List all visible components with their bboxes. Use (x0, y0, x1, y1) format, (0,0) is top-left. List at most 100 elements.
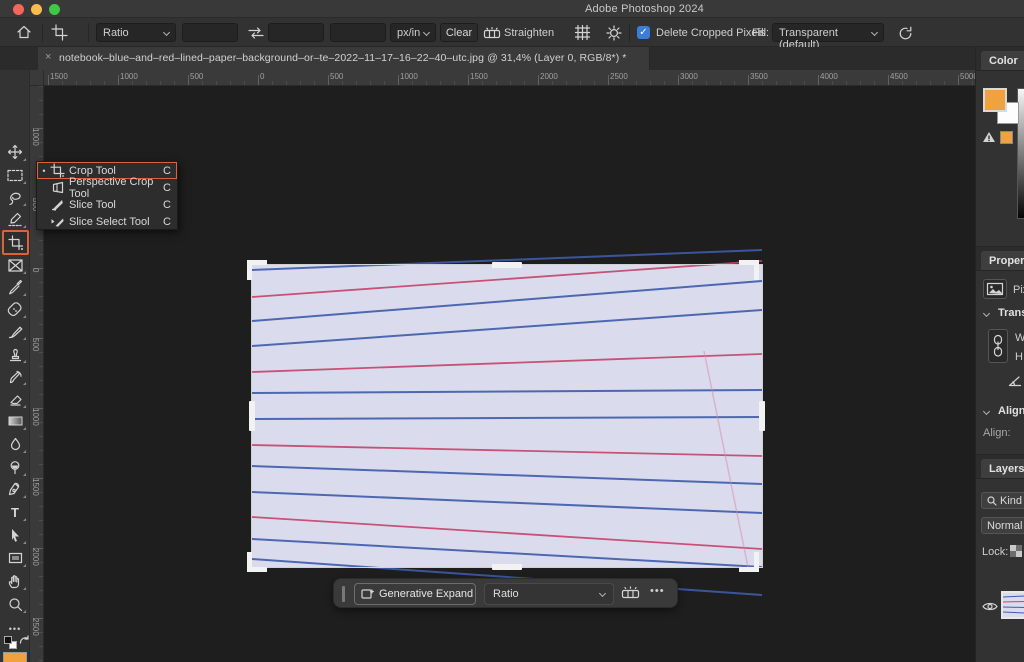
swap-colors-icon[interactable] (19, 635, 30, 646)
flyout-item-perspective-crop-tool[interactable]: Perspective Crop Tool C (37, 179, 177, 196)
eyedropper-tool[interactable] (3, 277, 27, 297)
flyout-item-slice-tool[interactable]: Slice Tool C (37, 196, 177, 213)
taskbar-ratio-select[interactable]: Ratio (484, 583, 614, 605)
width-label: W (1015, 332, 1024, 344)
document-image[interactable] (252, 265, 762, 567)
minimize-window-button[interactable] (31, 4, 42, 15)
contextual-task-bar: Generative Expand Ratio ••• (333, 578, 678, 608)
blur-tool[interactable] (3, 434, 27, 454)
crop-width-input[interactable] (182, 23, 238, 42)
hand-tool[interactable] (3, 571, 27, 591)
crop-resolution-input[interactable] (330, 23, 386, 42)
crop-settings-gear-icon[interactable] (606, 25, 622, 41)
dodge-tool[interactable] (3, 457, 27, 477)
eraser-tool[interactable] (3, 389, 27, 409)
type-icon: T (11, 505, 19, 520)
more-options-icon[interactable]: ••• (650, 585, 665, 597)
close-tab-icon[interactable]: × (45, 51, 51, 63)
straighten-label[interactable]: Straighten (504, 27, 554, 39)
home-icon[interactable] (16, 24, 32, 40)
water-drop-icon (9, 437, 22, 452)
chevron-down-icon[interactable] (983, 310, 990, 317)
object-selection-tool[interactable] (3, 209, 27, 229)
gamut-swatch[interactable] (1000, 131, 1013, 144)
image-icon (987, 283, 1003, 295)
canvas-area[interactable] (44, 86, 975, 662)
document-tab[interactable]: × notebook–blue–and–red–lined–paper–back… (38, 47, 650, 70)
link-dimensions-button[interactable] (988, 329, 1008, 363)
angle-icon[interactable] (1008, 375, 1022, 387)
rectangle-shape-tool[interactable] (3, 548, 27, 568)
horizontal-ruler[interactable]: 15001000 5000 5001000 15002000 25003000 … (44, 70, 975, 86)
ruler-corner (30, 70, 44, 86)
lasso-tool[interactable] (3, 187, 27, 207)
zoom-tool[interactable] (3, 594, 27, 614)
crop-handle-bottom-right[interactable] (739, 552, 759, 572)
lock-transparency-icon[interactable] (1010, 545, 1022, 557)
layer-thumbnail[interactable] (1001, 591, 1024, 619)
color-panel-tab[interactable]: Color (981, 51, 1024, 70)
layer-visibility-eye-icon[interactable] (982, 601, 998, 612)
crop-tool-selected[interactable] (2, 230, 29, 255)
chevron-down-icon (423, 29, 430, 36)
swap-dimensions-icon[interactable] (248, 27, 264, 39)
lock-label: Lock: (982, 546, 1008, 558)
close-window-button[interactable] (13, 4, 24, 15)
photoshop-window: { "window": { "title": "Adobe Photoshop … (0, 0, 1024, 662)
color-foreground-swatch[interactable] (983, 88, 1007, 112)
align-header[interactable]: Align and Distribute (998, 405, 1024, 417)
crop-tool-options-icon[interactable] (52, 25, 67, 40)
default-colors-icon[interactable] (4, 636, 12, 644)
chevron-down-icon (163, 29, 170, 36)
gradient-tool[interactable] (3, 411, 27, 431)
slice-knife-icon (51, 198, 64, 211)
path-selection-tool[interactable] (3, 525, 27, 545)
crop-height-input[interactable] (268, 23, 324, 42)
clone-stamp-tool[interactable] (3, 344, 27, 364)
layers-panel-tab[interactable]: Layers (981, 459, 1024, 478)
blend-mode-select[interactable]: Normal (981, 517, 1024, 534)
type-tool[interactable]: T (3, 502, 27, 522)
chevron-down-icon[interactable] (983, 408, 990, 415)
crop-ratio-select[interactable]: Ratio (96, 23, 176, 42)
lined-paper-image (252, 265, 762, 567)
layer-filter-kind-select[interactable]: Kind (981, 492, 1024, 509)
reset-icon[interactable] (898, 26, 913, 40)
brush-icon (8, 324, 23, 339)
flyout-item-slice-select-tool[interactable]: Slice Select Tool C (37, 213, 177, 230)
search-icon (987, 496, 997, 506)
fill-select[interactable]: Transparent (default) (772, 23, 884, 42)
taskbar-drag-handle[interactable] (342, 586, 345, 602)
crop-overlay-grid-icon[interactable] (575, 25, 590, 40)
gamut-warning-icon[interactable] (982, 131, 996, 143)
foreground-color-swatch[interactable] (3, 652, 27, 662)
crop-handle-top[interactable] (492, 262, 522, 268)
history-brush-tool[interactable] (3, 366, 27, 386)
straighten-icon[interactable] (622, 586, 639, 598)
crop-handle-top-right[interactable] (739, 260, 759, 280)
layer-thumbnail-image (1003, 593, 1024, 617)
crop-handle-right[interactable] (759, 401, 765, 431)
pen-tool[interactable] (3, 479, 27, 499)
move-tool[interactable] (3, 142, 27, 162)
generative-expand-button[interactable]: Generative Expand (354, 583, 476, 605)
resolution-unit-select[interactable]: px/in (390, 23, 436, 42)
straighten-icon[interactable] (484, 27, 500, 38)
crop-handle-left[interactable] (249, 401, 255, 431)
spot-healing-brush-tool[interactable] (3, 299, 27, 319)
crop-handle-top-left[interactable] (247, 260, 267, 280)
delete-cropped-pixels-checkbox[interactable]: ✓ (637, 26, 650, 39)
brush-tool[interactable] (3, 321, 27, 341)
crop-handle-bottom[interactable] (492, 564, 522, 570)
clear-button[interactable]: Clear (440, 23, 478, 42)
transform-header[interactable]: Transform (998, 307, 1024, 319)
frame-tool[interactable] (3, 255, 27, 275)
layer-row[interactable] (976, 591, 1024, 627)
properties-panel-tab[interactable]: Properties (981, 251, 1024, 270)
object-selection-icon (7, 212, 23, 227)
zoom-window-button[interactable] (49, 4, 60, 15)
dodge-icon (8, 460, 22, 475)
crop-handle-bottom-left[interactable] (247, 552, 267, 572)
rectangular-marquee-tool[interactable] (3, 165, 27, 185)
delete-cropped-pixels-label[interactable]: Delete Cropped Pixels (656, 27, 765, 39)
